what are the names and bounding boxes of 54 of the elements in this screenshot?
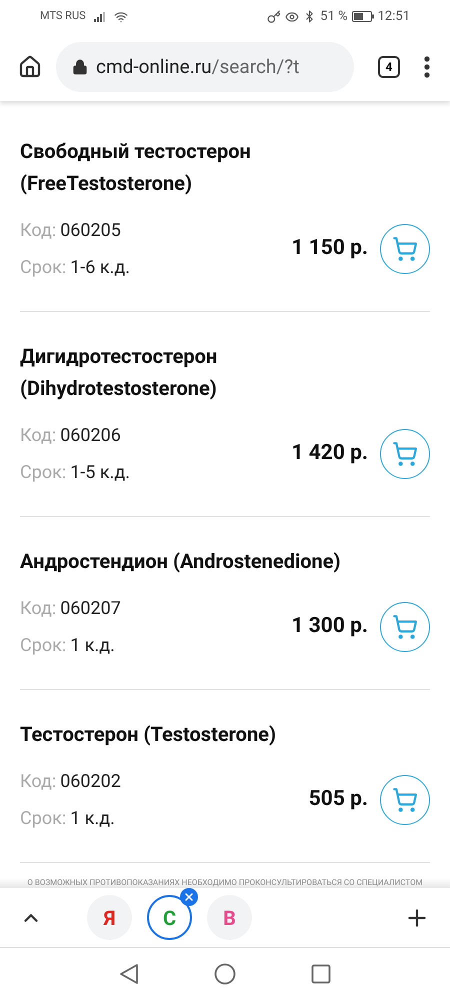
tab-group-item[interactable]: Я (87, 895, 132, 940)
add-to-cart-button[interactable] (380, 429, 430, 479)
address-bar[interactable]: cmd-online.ru/search/?t (56, 42, 354, 92)
term-value: 1-6 к.д. (70, 256, 130, 280)
code-label: Код: (20, 770, 56, 794)
cart-icon (392, 441, 418, 467)
menu-button[interactable] (424, 56, 430, 78)
menu-icon (424, 56, 430, 78)
price: 1 150 р. (291, 235, 368, 262)
home-circle-icon[interactable] (214, 963, 236, 985)
add-to-cart-button[interactable] (380, 775, 430, 825)
code-label: Код: (20, 219, 56, 243)
battery-percent: 51 % (320, 8, 348, 26)
url-text: cmd-online.ru/search/?t (96, 54, 300, 80)
code-value: 060202 (60, 770, 121, 794)
tab-count-button[interactable]: 4 (378, 56, 400, 78)
cart-icon (392, 787, 418, 813)
battery-icon (352, 11, 374, 22)
code-value: 060206 (60, 424, 121, 448)
price: 505 р. (308, 786, 368, 814)
lock-icon (72, 59, 88, 75)
term-value: 1 к.д. (70, 634, 115, 658)
product-title[interactable]: Тестостерон (Testosterone) (20, 718, 430, 750)
term-label: Срок: (20, 807, 66, 831)
signal-icon (94, 12, 106, 22)
code-value: 060205 (60, 219, 121, 243)
carrier-name: MTS RUS (40, 8, 86, 24)
close-button[interactable] (180, 888, 198, 906)
cart-icon (392, 236, 418, 262)
home-icon (18, 55, 42, 79)
term-label: Срок: (20, 461, 66, 485)
disclaimer-text: О ВОЗМОЖНЫХ ПРОТИВОПОКАЗАНИЯХ НЕОБХОДИМО ПРОКОНСУЛЬТИРОВАТЬСЯ СО СПЕЦИАЛИСТОМ (27, 877, 423, 889)
add-to-cart-button[interactable] (380, 224, 430, 274)
product-title[interactable]: Андростендион (Androstenedione) (20, 545, 430, 577)
add-to-cart-button[interactable] (380, 602, 430, 652)
price: 1 300 р. (291, 613, 368, 640)
product-title[interactable]: Дигидротестостерон (Dihydrotestosterone) (20, 340, 430, 404)
key-icon (267, 10, 282, 24)
code-label: Код: (20, 597, 56, 621)
clock-time: 12:51 (378, 8, 410, 26)
term-value: 1-5 к.д. (70, 461, 130, 485)
back-icon[interactable] (119, 963, 139, 985)
term-label: Срок: (20, 256, 66, 280)
cart-icon (392, 614, 418, 640)
term-label: Срок: (20, 634, 66, 658)
close-icon (183, 891, 195, 903)
wifi-icon (114, 10, 128, 24)
price: 1 420 р. (291, 440, 368, 468)
eye-icon (285, 10, 300, 24)
recents-icon[interactable] (311, 964, 331, 984)
code-label: Код: (20, 424, 56, 448)
code-value: 060207 (60, 597, 121, 621)
product-title[interactable]: Свободный тестостерон (FreeTestosterone) (20, 135, 430, 199)
term-value: 1 к.д. (70, 807, 115, 831)
